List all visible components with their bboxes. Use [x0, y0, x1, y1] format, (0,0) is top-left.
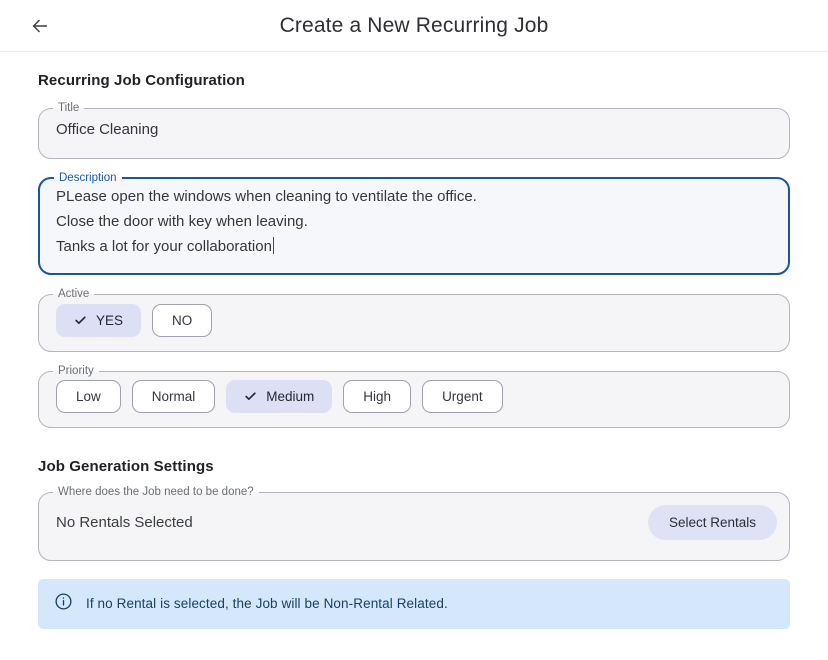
- priority-option-medium[interactable]: Medium: [226, 380, 333, 413]
- priority-option-urgent[interactable]: Urgent: [422, 380, 503, 413]
- title-field-label: Title: [58, 102, 80, 114]
- title-input[interactable]: Office Cleaning: [56, 117, 772, 142]
- description-field-label: Description: [59, 171, 117, 184]
- priority-option-low-label: Low: [76, 389, 101, 404]
- description-field[interactable]: Description PLease open the windows when…: [38, 171, 790, 275]
- rentals-field-label: Where does the Job need to be done?: [58, 486, 254, 498]
- rentals-field: Where does the Job need to be done? No R…: [38, 486, 790, 561]
- rentals-row: No Rentals Selected Select Rentals: [39, 499, 789, 560]
- section-heading-job-generation: Job Generation Settings: [38, 458, 214, 475]
- active-option-yes-label: YES: [96, 312, 124, 328]
- priority-field-label: Priority: [58, 364, 94, 377]
- select-rentals-button[interactable]: Select Rentals: [647, 504, 777, 540]
- app-bar: Create a New Recurring Job: [0, 0, 828, 52]
- priority-option-normal[interactable]: Normal: [131, 380, 216, 413]
- rentals-selected-value: No Rentals Selected: [56, 513, 193, 531]
- title-field[interactable]: Title Office Cleaning: [38, 102, 790, 159]
- priority-option-high-label: High: [363, 389, 392, 404]
- active-field-label: Active: [58, 288, 90, 300]
- back-button[interactable]: [18, 4, 62, 48]
- description-field-body: PLease open the windows when cleaning to…: [40, 184, 788, 273]
- priority-option-low[interactable]: Low: [56, 380, 121, 413]
- text-cursor: [272, 237, 275, 254]
- priority-options: Low Normal Medium High Urgent: [39, 377, 789, 427]
- active-option-no[interactable]: NO: [152, 303, 213, 337]
- priority-option-normal-label: Normal: [151, 389, 196, 404]
- page-content: Recurring Job Configuration Title Office…: [0, 72, 828, 629]
- priority-field: Priority Low Normal Medium High Urgent: [38, 364, 790, 428]
- arrow-left-icon: [29, 15, 51, 37]
- info-banner-text: If no Rental is selected, the Job will b…: [86, 596, 448, 611]
- active-field: Active YES NO: [38, 288, 790, 352]
- check-icon: [245, 392, 256, 401]
- priority-option-high[interactable]: High: [343, 380, 412, 413]
- description-text: PLease open the windows when cleaning to…: [56, 188, 477, 255]
- info-banner: If no Rental is selected, the Job will b…: [38, 578, 790, 629]
- active-options: YES NO: [39, 301, 789, 351]
- active-option-no-label: NO: [172, 312, 193, 328]
- active-option-yes[interactable]: YES: [56, 303, 142, 337]
- priority-option-urgent-label: Urgent: [442, 389, 483, 404]
- title-field-body: Office Cleaning: [39, 115, 789, 158]
- check-icon: [75, 315, 86, 324]
- priority-option-medium-label: Medium: [266, 389, 315, 404]
- section-heading-configuration: Recurring Job Configuration: [38, 72, 245, 89]
- description-input[interactable]: PLease open the windows when cleaning to…: [56, 184, 771, 259]
- page-title: Create a New Recurring Job: [279, 13, 549, 37]
- info-circle-icon: [54, 592, 73, 616]
